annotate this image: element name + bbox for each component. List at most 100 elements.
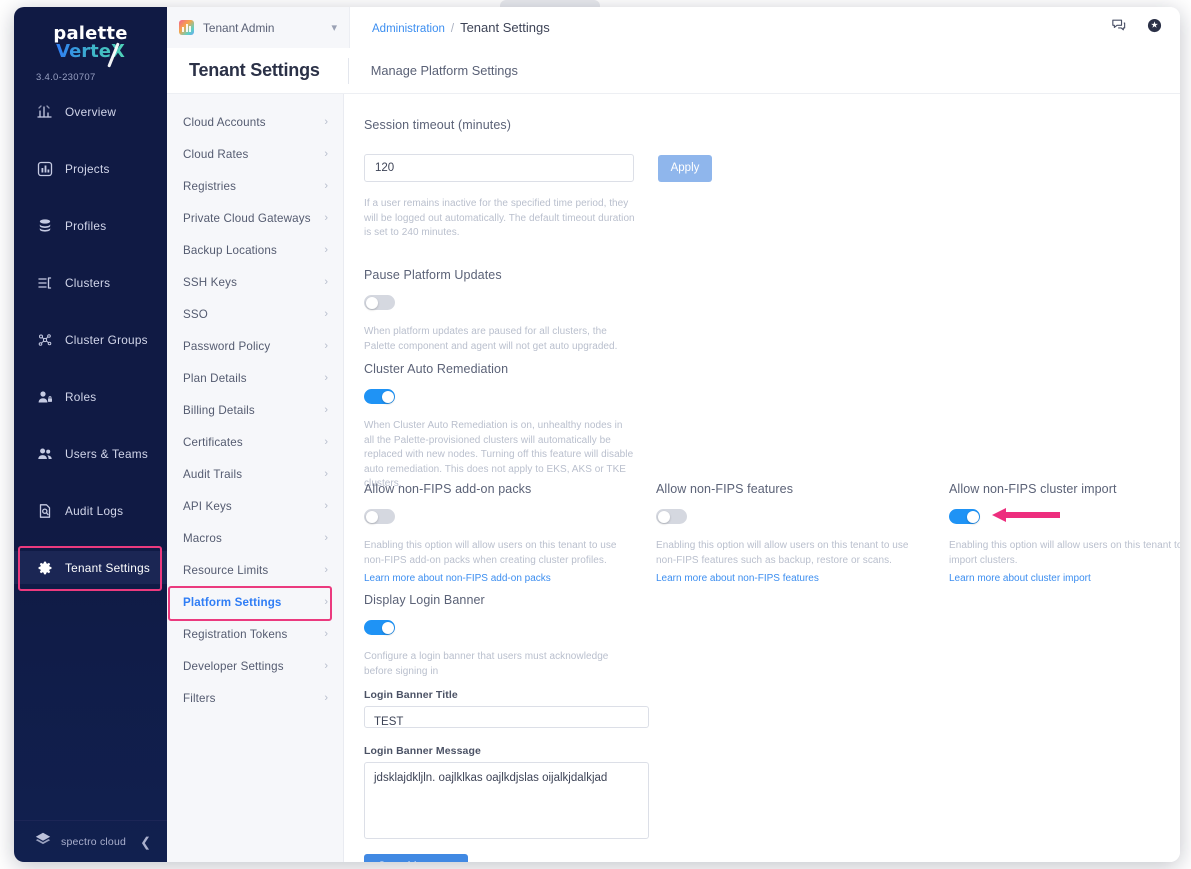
sidebar-item-label: Overview bbox=[65, 104, 117, 119]
session-timeout-input[interactable] bbox=[364, 154, 634, 182]
chevron-right-icon: › bbox=[324, 243, 328, 256]
subnav-item-certificates[interactable]: Certificates › bbox=[167, 431, 343, 453]
subnav-item-developer-settings[interactable]: Developer Settings › bbox=[167, 655, 343, 677]
fips-cluster-import-toggle[interactable] bbox=[949, 509, 980, 524]
subnav-item-audit-trails[interactable]: Audit Trails › bbox=[167, 463, 343, 485]
page-subtitle: Manage Platform Settings bbox=[370, 63, 518, 78]
breadcrumb-separator: / bbox=[450, 23, 455, 35]
chevron-right-icon: › bbox=[324, 467, 328, 480]
platform-settings-panel: Session timeout (minutes) Apply If a use… bbox=[344, 94, 1180, 862]
sidebar-item-clusters[interactable]: Clusters bbox=[14, 266, 167, 299]
fips-features-toggle[interactable] bbox=[656, 509, 687, 524]
chevron-left-icon[interactable]: ❮ bbox=[140, 835, 151, 848]
subnav-item-backup-locations[interactable]: Backup Locations › bbox=[167, 239, 343, 261]
audit-logs-icon bbox=[36, 502, 53, 519]
topbar-actions bbox=[1110, 17, 1180, 39]
help-icon[interactable] bbox=[1147, 18, 1162, 38]
tenant-switcher[interactable]: Tenant Admin ▾ bbox=[167, 7, 350, 48]
fips-addon-packs-label: Allow non-FIPS add-on packs bbox=[364, 482, 532, 496]
fips-cluster-import-label: Allow non-FIPS cluster import bbox=[949, 482, 1117, 496]
subnav-item-label: Cloud Rates bbox=[183, 147, 249, 161]
sidebar-item-label: Clusters bbox=[65, 275, 111, 290]
sidebar-item-label: Users & Teams bbox=[65, 446, 149, 461]
sidebar-item-label: Audit Logs bbox=[65, 503, 124, 518]
chevron-right-icon: › bbox=[324, 563, 328, 576]
sidebar-item-roles[interactable]: Roles bbox=[14, 380, 167, 413]
subnav-item-label: Billing Details bbox=[183, 403, 255, 417]
fips-features-label: Allow non-FIPS features bbox=[656, 482, 794, 496]
breadcrumb-parent-link[interactable]: Administration bbox=[372, 23, 445, 35]
fips-features-link[interactable]: Learn more about non-FIPS features bbox=[656, 573, 819, 584]
page-header: Tenant Settings Manage Platform Settings bbox=[167, 48, 1180, 94]
subnav-item-sso[interactable]: SSO › bbox=[167, 303, 343, 325]
sidebar-item-cluster-groups[interactable]: Cluster Groups bbox=[14, 323, 167, 356]
chevron-down-icon: ▾ bbox=[331, 22, 337, 34]
chat-icon[interactable] bbox=[1110, 17, 1127, 39]
profiles-stack-icon bbox=[36, 217, 53, 234]
settings-sub-nav: Cloud Accounts › Cloud Rates › Registrie… bbox=[167, 94, 344, 862]
top-bar: Tenant Admin ▾ Administration / Tenant S… bbox=[167, 7, 1180, 48]
subnav-item-cloud-rates[interactable]: Cloud Rates › bbox=[167, 143, 343, 165]
app-root: palette VerteX 3.4.0-230707 Overview Pro… bbox=[0, 0, 1191, 869]
cluster-groups-icon bbox=[36, 331, 53, 348]
subnav-item-label: Plan Details bbox=[183, 371, 247, 385]
fips-cluster-import-section: Allow non-FIPS cluster import Enabling t… bbox=[949, 482, 1180, 586]
header-divider bbox=[347, 57, 349, 84]
subnav-item-label: Developer Settings bbox=[183, 659, 284, 673]
tenant-palette-icon bbox=[179, 20, 194, 35]
sidebar-item-profiles[interactable]: Profiles bbox=[14, 209, 167, 242]
subnav-item-label: Password Policy bbox=[183, 339, 271, 353]
login-banner-title-input[interactable] bbox=[364, 706, 649, 728]
display-login-banner-hint: Configure a login banner that users must… bbox=[364, 651, 609, 677]
sidebar-item-projects[interactable]: Projects bbox=[14, 152, 167, 185]
session-timeout-hint: If a user remains inactive for the speci… bbox=[364, 198, 635, 238]
sidebar-item-audit-logs[interactable]: Audit Logs bbox=[14, 494, 167, 527]
sidebar-item-label: Profiles bbox=[65, 218, 107, 233]
fips-addon-packs-hint: Enabling this option will allow users on… bbox=[364, 540, 617, 566]
chevron-right-icon: › bbox=[324, 499, 328, 512]
subnav-item-plan-details[interactable]: Plan Details › bbox=[167, 367, 343, 389]
subnav-item-macros[interactable]: Macros › bbox=[167, 527, 343, 549]
sidebar-item-label: Tenant Settings bbox=[65, 560, 151, 575]
subnav-item-label: Filters bbox=[183, 691, 216, 705]
chevron-right-icon: › bbox=[324, 179, 328, 192]
login-banner-message-input[interactable] bbox=[364, 762, 649, 839]
subnav-item-password-policy[interactable]: Password Policy › bbox=[167, 335, 343, 357]
fips-cluster-import-link[interactable]: Learn more about cluster import bbox=[949, 573, 1091, 584]
roles-person-lock-icon bbox=[36, 388, 53, 405]
subnav-item-ssh-keys[interactable]: SSH Keys › bbox=[167, 271, 343, 293]
subnav-item-cloud-accounts[interactable]: Cloud Accounts › bbox=[167, 111, 343, 133]
sidebar-item-label: Roles bbox=[65, 389, 97, 404]
fips-addon-packs-toggle[interactable] bbox=[364, 509, 395, 524]
chevron-right-icon: › bbox=[324, 115, 328, 128]
subnav-item-api-keys[interactable]: API Keys › bbox=[167, 495, 343, 517]
subnav-item-private-cloud-gateways[interactable]: Private Cloud Gateways › bbox=[167, 207, 343, 229]
sidebar-item-tenant-settings[interactable]: Tenant Settings bbox=[14, 546, 167, 591]
sidebar-footer: spectro cloud ❮ bbox=[14, 820, 167, 862]
page-title: Tenant Settings bbox=[189, 60, 320, 80]
save-message-button[interactable]: Save Message bbox=[364, 854, 469, 862]
display-login-banner-section: Display Login Banner Configure a login b… bbox=[364, 593, 664, 862]
subnav-item-label: Platform Settings bbox=[183, 595, 282, 609]
fips-addon-packs-link[interactable]: Learn more about non-FIPS add-on packs bbox=[364, 573, 551, 584]
cluster-auto-remediation-toggle[interactable] bbox=[364, 389, 395, 404]
clusters-list-icon bbox=[36, 274, 53, 291]
chevron-right-icon: › bbox=[324, 659, 328, 672]
subnav-item-filters[interactable]: Filters › bbox=[167, 687, 343, 709]
subnav-item-label: API Keys bbox=[183, 499, 232, 513]
fips-cluster-import-hint: Enabling this option will allow users on… bbox=[949, 540, 1180, 566]
subnav-item-registration-tokens[interactable]: Registration Tokens › bbox=[167, 623, 343, 645]
sidebar-item-overview[interactable]: Overview bbox=[14, 95, 167, 128]
sidebar-item-users-teams[interactable]: Users & Teams bbox=[14, 437, 167, 470]
subnav-item-registries[interactable]: Registries › bbox=[167, 175, 343, 197]
subnav-item-platform-settings[interactable]: Platform Settings › bbox=[167, 586, 343, 621]
pause-platform-updates-hint: When platform updates are paused for all… bbox=[364, 326, 618, 352]
apply-button[interactable]: Apply bbox=[658, 154, 712, 182]
display-login-banner-toggle[interactable] bbox=[364, 620, 395, 635]
pause-platform-updates-toggle[interactable] bbox=[364, 295, 395, 310]
subnav-item-billing-details[interactable]: Billing Details › bbox=[167, 399, 343, 421]
app-window: palette VerteX 3.4.0-230707 Overview Pro… bbox=[14, 7, 1180, 862]
users-teams-icon bbox=[36, 445, 53, 462]
subnav-item-resource-limits[interactable]: Resource Limits › bbox=[167, 559, 343, 581]
subnav-item-label: SSH Keys bbox=[183, 275, 238, 289]
